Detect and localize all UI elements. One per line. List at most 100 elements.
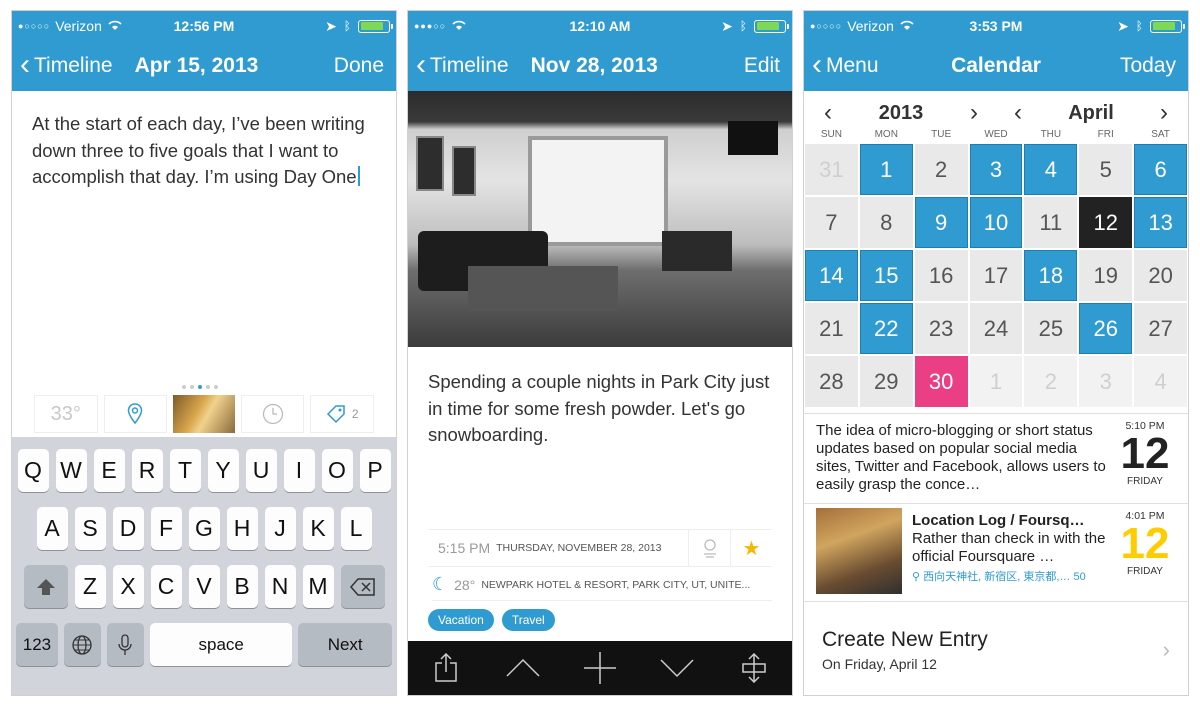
calendar-day[interactable]: 19	[1079, 250, 1133, 301]
numbers-key[interactable]: 123	[16, 623, 58, 666]
calendar-day[interactable]: 5	[1079, 144, 1133, 195]
calendar-day[interactable]: 4	[1024, 144, 1078, 195]
key-e[interactable]: E	[93, 449, 125, 492]
create-entry-button[interactable]: Create New Entry On Friday, April 12 ›	[804, 601, 1188, 695]
calendar-day[interactable]: 21	[805, 303, 858, 354]
calendar-day[interactable]: 14	[805, 250, 858, 301]
calendar-day[interactable]: 30	[914, 356, 968, 407]
backspace-icon	[349, 577, 375, 596]
globe-key[interactable]	[63, 623, 101, 666]
done-button[interactable]: Done	[334, 54, 384, 78]
edit-button[interactable]: Edit	[744, 54, 780, 78]
key-u[interactable]: U	[245, 449, 277, 492]
next-key[interactable]: Next	[298, 623, 392, 666]
resize-button[interactable]	[734, 648, 774, 688]
list-item[interactable]: Location Log / Foursq… Rather than check…	[804, 503, 1188, 594]
calendar-day[interactable]: 4	[1134, 356, 1187, 407]
calendar-day[interactable]: 26	[1079, 303, 1133, 354]
entry-text-editor[interactable]: At the start of each day, I’ve been writ…	[32, 111, 380, 191]
calendar-day[interactable]: 13	[1134, 197, 1187, 248]
calendar-day[interactable]: 31	[805, 144, 858, 195]
calendar-day[interactable]: 16	[914, 250, 968, 301]
key-n[interactable]: N	[264, 565, 296, 608]
photo-thumbnail[interactable]	[173, 395, 235, 433]
tag-travel[interactable]: Travel	[501, 609, 555, 631]
list-item[interactable]: The idea of micro-blogging or short stat…	[804, 413, 1188, 503]
tag-vacation[interactable]: Vacation	[428, 609, 494, 631]
calendar-day[interactable]: 9	[914, 197, 968, 248]
back-button[interactable]: ‹ Timeline	[416, 49, 509, 80]
calendar-day[interactable]: 2	[1024, 356, 1078, 407]
calendar-day[interactable]: 15	[859, 250, 913, 301]
key-r[interactable]: R	[131, 449, 163, 492]
calendar-day[interactable]: 1	[859, 144, 913, 195]
calendar-day[interactable]: 7	[805, 197, 858, 248]
prev-year-button[interactable]: ‹	[816, 99, 840, 127]
calendar-day[interactable]: 6	[1134, 144, 1187, 195]
calendar-day[interactable]: 10	[969, 197, 1023, 248]
next-year-button[interactable]: ›	[962, 99, 986, 127]
tags-button[interactable]: 2	[310, 395, 374, 433]
location-button[interactable]	[103, 395, 168, 433]
entry-photo[interactable]	[408, 91, 792, 347]
add-entry-button[interactable]	[580, 648, 620, 688]
key-x[interactable]: X	[112, 565, 144, 608]
key-f[interactable]: F	[150, 507, 182, 550]
calendar-day[interactable]: 1	[969, 356, 1023, 407]
calendar-day[interactable]: 27	[1134, 303, 1187, 354]
next-entry-button[interactable]	[657, 648, 697, 688]
calendar-day[interactable]: 29	[859, 356, 913, 407]
calendar-day[interactable]: 23	[914, 303, 968, 354]
prev-month-button[interactable]: ‹	[1006, 99, 1030, 127]
today-button[interactable]: Today	[1120, 54, 1176, 78]
key-s[interactable]: S	[74, 507, 106, 550]
publish-button[interactable]	[688, 530, 730, 566]
key-k[interactable]: K	[302, 507, 334, 550]
chevron-right-icon: ›	[1162, 636, 1170, 662]
weekday-label: FRI	[1097, 129, 1114, 140]
calendar-day[interactable]: 8	[859, 197, 913, 248]
key-m[interactable]: M	[302, 565, 334, 608]
shift-key[interactable]	[23, 565, 68, 608]
key-w[interactable]: W	[55, 449, 87, 492]
key-v[interactable]: V	[188, 565, 220, 608]
weather-button[interactable]: 33°	[34, 395, 98, 433]
next-month-button[interactable]: ›	[1152, 99, 1176, 127]
time-button[interactable]	[240, 395, 305, 433]
delete-key[interactable]	[340, 565, 385, 608]
calendar-day[interactable]: 25	[1024, 303, 1078, 354]
key-g[interactable]: G	[188, 507, 220, 550]
key-z[interactable]: Z	[74, 565, 106, 608]
star-button[interactable]: ★	[730, 530, 772, 566]
calendar-day[interactable]: 3	[969, 144, 1023, 195]
calendar-day[interactable]: 2	[914, 144, 968, 195]
dictation-key[interactable]	[106, 623, 145, 666]
share-button[interactable]	[426, 648, 466, 688]
key-d[interactable]: D	[112, 507, 144, 550]
calendar-day[interactable]: 22	[859, 303, 913, 354]
key-o[interactable]: O	[321, 449, 353, 492]
calendar-day[interactable]: 12	[1079, 197, 1133, 248]
menu-button[interactable]: ‹ Menu	[812, 49, 879, 80]
previous-entry-button[interactable]	[503, 648, 543, 688]
key-l[interactable]: L	[340, 507, 372, 550]
calendar-day[interactable]: 20	[1134, 250, 1187, 301]
space-key[interactable]: space	[150, 623, 293, 666]
calendar-day[interactable]: 3	[1079, 356, 1133, 407]
key-h[interactable]: H	[226, 507, 258, 550]
key-t[interactable]: T	[169, 449, 201, 492]
key-a[interactable]: A	[36, 507, 68, 550]
key-i[interactable]: I	[283, 449, 315, 492]
key-y[interactable]: Y	[207, 449, 239, 492]
calendar-day[interactable]: 24	[969, 303, 1023, 354]
key-c[interactable]: C	[150, 565, 182, 608]
key-q[interactable]: Q	[17, 449, 49, 492]
key-j[interactable]: J	[264, 507, 296, 550]
key-b[interactable]: B	[226, 565, 258, 608]
back-button[interactable]: ‹ Timeline	[20, 49, 113, 80]
calendar-day[interactable]: 28	[805, 356, 858, 407]
key-p[interactable]: P	[359, 449, 391, 492]
calendar-day[interactable]: 11	[1024, 197, 1078, 248]
calendar-day[interactable]: 18	[1024, 250, 1078, 301]
calendar-day[interactable]: 17	[969, 250, 1023, 301]
